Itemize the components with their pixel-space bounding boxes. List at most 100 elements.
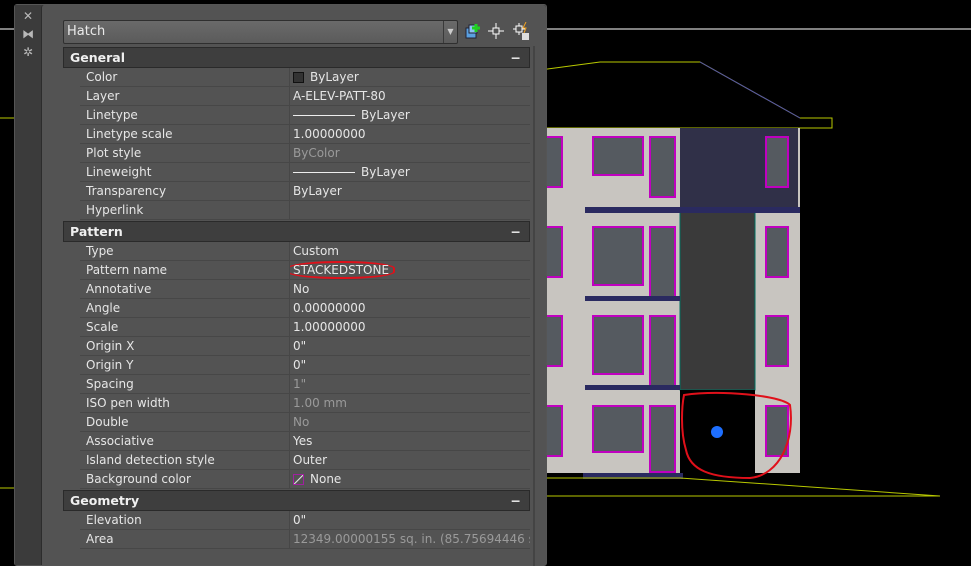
property-value[interactable]: ByLayer: [289, 106, 530, 124]
property-label: Origin X: [86, 339, 135, 353]
quick-select-icon[interactable]: [512, 22, 530, 40]
collapse-icon[interactable]: −: [511, 491, 521, 510]
property-row-angle[interactable]: Angle 0.00000000: [80, 299, 530, 318]
property-label: Transparency: [86, 184, 167, 198]
no-color-swatch-icon: [293, 474, 304, 485]
section-header-general[interactable]: General −: [63, 47, 530, 68]
object-type-select[interactable]: Hatch ▼: [63, 20, 458, 44]
property-row-spacing[interactable]: Spacing 1": [80, 375, 530, 394]
property-label: Type: [86, 244, 114, 258]
property-value-text: STACKEDSTONE: [290, 261, 396, 279]
property-value-text: 1.00 mm: [293, 396, 347, 410]
properties-grid: General − Color ByLayer Layer A-ELEV-PATT-80 L…: [63, 46, 530, 549]
property-row-elevation[interactable]: Elevation 0": [80, 511, 530, 530]
property-value[interactable]: No: [289, 280, 530, 298]
property-row-hyperlink[interactable]: Hyperlink: [80, 201, 530, 220]
toggle-pickadd-icon[interactable]: [464, 22, 482, 40]
section-title: General: [70, 50, 125, 65]
property-value[interactable]: Custom: [289, 242, 530, 260]
property-value-text: 0": [293, 339, 307, 353]
property-value[interactable]: 1.00 mm: [289, 394, 530, 412]
property-row-annotative[interactable]: Annotative No: [80, 280, 530, 299]
property-row-associative[interactable]: Associative Yes: [80, 432, 530, 451]
property-row-origin-x[interactable]: Origin X 0": [80, 337, 530, 356]
property-value[interactable]: None: [289, 470, 530, 488]
section-header-geometry[interactable]: Geometry −: [63, 490, 530, 511]
property-label: Double: [86, 415, 129, 429]
property-value[interactable]: 12349.00000155 sq. in. (85.75694446 sq..…: [289, 530, 530, 548]
property-value-text: 1.00000000: [293, 127, 366, 141]
property-value-text: None: [310, 472, 342, 486]
property-value[interactable]: 0.00000000: [289, 299, 530, 317]
grip-point[interactable]: [711, 426, 723, 438]
property-value[interactable]: 1.00000000: [289, 318, 530, 336]
property-value-text: A-ELEV-PATT-80: [293, 89, 386, 103]
auto-hide-icon[interactable]: ⧓: [21, 27, 35, 41]
property-value[interactable]: A-ELEV-PATT-80: [289, 87, 530, 105]
section-header-pattern[interactable]: Pattern −: [63, 221, 530, 242]
chevron-down-icon[interactable]: ▼: [443, 21, 457, 43]
property-row-plot-style[interactable]: Plot style ByColor: [80, 144, 530, 163]
property-label: Lineweight: [86, 165, 152, 179]
property-value-text: 1.00000000: [293, 320, 366, 334]
collapse-icon[interactable]: −: [511, 222, 521, 241]
property-row-double[interactable]: Double No: [80, 413, 530, 432]
property-label: Area: [86, 532, 114, 546]
property-label: Island detection style: [86, 453, 215, 467]
property-value[interactable]: Yes: [289, 432, 530, 450]
property-value-text: 0.00000000: [293, 301, 366, 315]
property-label: Associative: [86, 434, 154, 448]
property-row-transparency[interactable]: Transparency ByLayer: [80, 182, 530, 201]
property-value-text: 0": [293, 358, 307, 372]
property-row-iso-pen-width[interactable]: ISO pen width 1.00 mm: [80, 394, 530, 413]
property-row-layer[interactable]: Layer A-ELEV-PATT-80: [80, 87, 530, 106]
property-label: Pattern name: [86, 263, 168, 277]
property-value[interactable]: ByColor: [289, 144, 530, 162]
property-value-text: ByLayer: [293, 184, 342, 198]
property-value-text: 1": [293, 377, 307, 391]
property-value-text: 0": [293, 513, 307, 527]
property-value-text: ByColor: [293, 146, 340, 160]
property-row-color[interactable]: Color ByLayer: [80, 68, 530, 87]
linetype-preview-icon: [293, 172, 355, 173]
property-value[interactable]: STACKEDSTONE: [289, 261, 530, 279]
property-value[interactable]: ByLayer: [289, 68, 530, 86]
property-value-text: No: [293, 415, 310, 429]
property-value[interactable]: ByLayer: [289, 163, 530, 181]
color-swatch-icon: [293, 72, 304, 83]
property-row-linetype-scale[interactable]: Linetype scale 1.00000000: [80, 125, 530, 144]
scrollbar[interactable]: [533, 46, 535, 566]
linetype-preview-icon: [293, 115, 355, 116]
collapse-icon[interactable]: −: [511, 48, 521, 67]
property-value-text: Custom: [293, 244, 339, 258]
property-row-lineweight[interactable]: Lineweight ByLayer: [80, 163, 530, 182]
property-label: Linetype scale: [86, 127, 173, 141]
property-row-area[interactable]: Area 12349.00000155 sq. in. (85.75694446 …: [80, 530, 530, 549]
property-value-text: ByLayer: [361, 165, 410, 179]
property-value-text: ByLayer: [310, 70, 359, 84]
property-value[interactable]: 1": [289, 375, 530, 393]
select-objects-icon[interactable]: [487, 22, 505, 40]
property-value[interactable]: 1.00000000: [289, 125, 530, 143]
property-label: Hyperlink: [86, 203, 144, 217]
property-value[interactable]: No: [289, 413, 530, 431]
palette-title-strip[interactable]: ✕ ⧓ ✲: [15, 5, 41, 565]
property-row-island-detection-style[interactable]: Island detection style Outer: [80, 451, 530, 470]
property-label: ISO pen width: [86, 396, 170, 410]
properties-icon[interactable]: ✲: [21, 45, 35, 59]
property-row-pattern-name[interactable]: Pattern name STACKEDSTONE: [80, 261, 530, 280]
property-value[interactable]: 0": [289, 511, 530, 529]
property-value[interactable]: 0": [289, 337, 530, 355]
property-row-origin-y[interactable]: Origin Y 0": [80, 356, 530, 375]
property-value[interactable]: Outer: [289, 451, 530, 469]
property-value[interactable]: ByLayer: [289, 182, 530, 200]
property-label: Linetype: [86, 108, 138, 122]
property-value[interactable]: [289, 201, 530, 219]
property-row-scale[interactable]: Scale 1.00000000: [80, 318, 530, 337]
section-title: Pattern: [70, 224, 123, 239]
close-icon[interactable]: ✕: [21, 9, 35, 23]
property-row-background-color[interactable]: Background color None: [80, 470, 530, 489]
property-value[interactable]: 0": [289, 356, 530, 374]
property-row-type[interactable]: Type Custom: [80, 242, 530, 261]
property-row-linetype[interactable]: Linetype ByLayer: [80, 106, 530, 125]
